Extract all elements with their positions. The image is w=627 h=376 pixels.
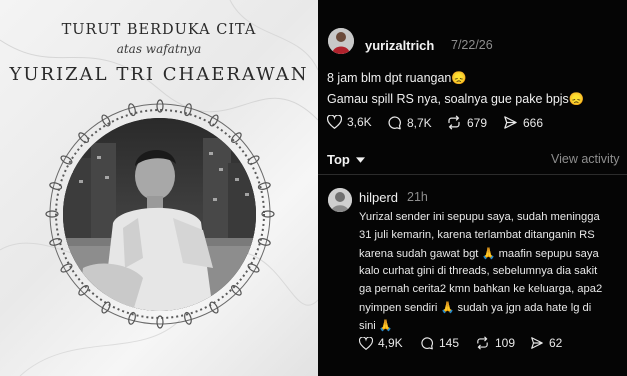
post-repost-count: 679 (467, 115, 488, 130)
comment-share-button[interactable]: 62 (530, 336, 562, 350)
disappointed-emoji: 😞 (568, 92, 585, 106)
memorial-heading: TURUT BERDUKA CITA (61, 22, 257, 38)
comment-text-line: kalo curhat gini di threads, sebelumnya … (359, 265, 598, 277)
portrait-photo (63, 118, 256, 311)
post-reply-count: 8,7K (407, 115, 432, 130)
chevron-down-icon (356, 157, 366, 163)
comment-icon (421, 337, 433, 350)
lace-petal (156, 99, 164, 113)
post-username[interactable]: yurizaltrich (365, 38, 434, 53)
post-text-line-1: 8 jam blm dpt ruangan😞 (327, 71, 467, 85)
comment-text-line: Yurizal sender ini sepupu saya, sudah me… (359, 211, 600, 223)
heart-icon (359, 336, 373, 350)
lace-petal (78, 132, 89, 143)
comment-reply-count: 145 (439, 336, 460, 350)
lace-petal (231, 285, 242, 296)
repost-icon (477, 336, 488, 350)
view-activity-link[interactable]: View activity (551, 152, 620, 166)
repost-icon (448, 115, 460, 130)
post-repost-button[interactable]: 679 (446, 115, 487, 130)
section-divider (318, 174, 627, 175)
send-icon (531, 337, 543, 349)
comment-text-line: nyimpen sendiri 🙏 sudah ya jgn ada hate … (359, 302, 592, 314)
sort-label: Top (327, 152, 350, 167)
comment-repost-button[interactable]: 109 (475, 336, 515, 350)
send-icon (504, 116, 517, 129)
lace-petal (49, 182, 63, 190)
comment-icon (388, 116, 401, 130)
post-share-count: 666 (523, 115, 544, 130)
heart-icon (327, 115, 342, 129)
lace-petal (156, 315, 164, 329)
post-reply-button[interactable]: 8,7K (387, 115, 432, 130)
comment-reply-button[interactable]: 145 (420, 336, 459, 350)
lace-petal (49, 238, 63, 246)
comment-like-button[interactable]: 4,9K (359, 336, 403, 350)
comment-text-line: karena sudah gawat bgt 🙏 maafin sepupu s… (359, 248, 599, 260)
post-like-button[interactable]: 3,6K (327, 115, 372, 129)
memorial-subheading: atas wafatnya (116, 42, 202, 56)
comment-text-line: ga pernah cerita2 kmn bahkan ke keluarga… (359, 283, 603, 295)
post-share-button[interactable]: 666 (503, 115, 543, 130)
disappointed-emoji: 😞 (451, 71, 467, 85)
memorial-name: YURIZAL TRI CHAERAWAN (9, 64, 309, 85)
comment-text-line: 31 juli kemarin, karena terlambat ditang… (359, 229, 595, 241)
lace-petal (78, 285, 89, 296)
post-like-count: 3,6K (347, 115, 372, 129)
lace-petal (231, 132, 242, 143)
memorial-panel: TURUT BERDUKA CITA atas wafatnya YURIZAL… (0, 0, 318, 376)
comment-text-line: sini 🙏 (359, 320, 393, 332)
comment-like-count: 4,9K (378, 336, 403, 350)
commenter-username[interactable]: hilperd (359, 190, 398, 205)
comment-repost-count: 109 (495, 336, 516, 350)
post-author-avatar[interactable] (328, 28, 354, 54)
comment-time: 21h (407, 190, 428, 204)
post-date: 7/22/26 (451, 38, 493, 52)
sort-selector[interactable]: Top (327, 152, 366, 167)
comment-share-count: 62 (549, 336, 563, 350)
commenter-avatar[interactable] (328, 188, 352, 212)
thread-panel: yurizaltrich 7/22/26 8 jam blm dpt ruang… (318, 0, 627, 376)
post-text-line-2: Gamau spill RS nya, soalnya gue pake bpj… (327, 92, 585, 106)
